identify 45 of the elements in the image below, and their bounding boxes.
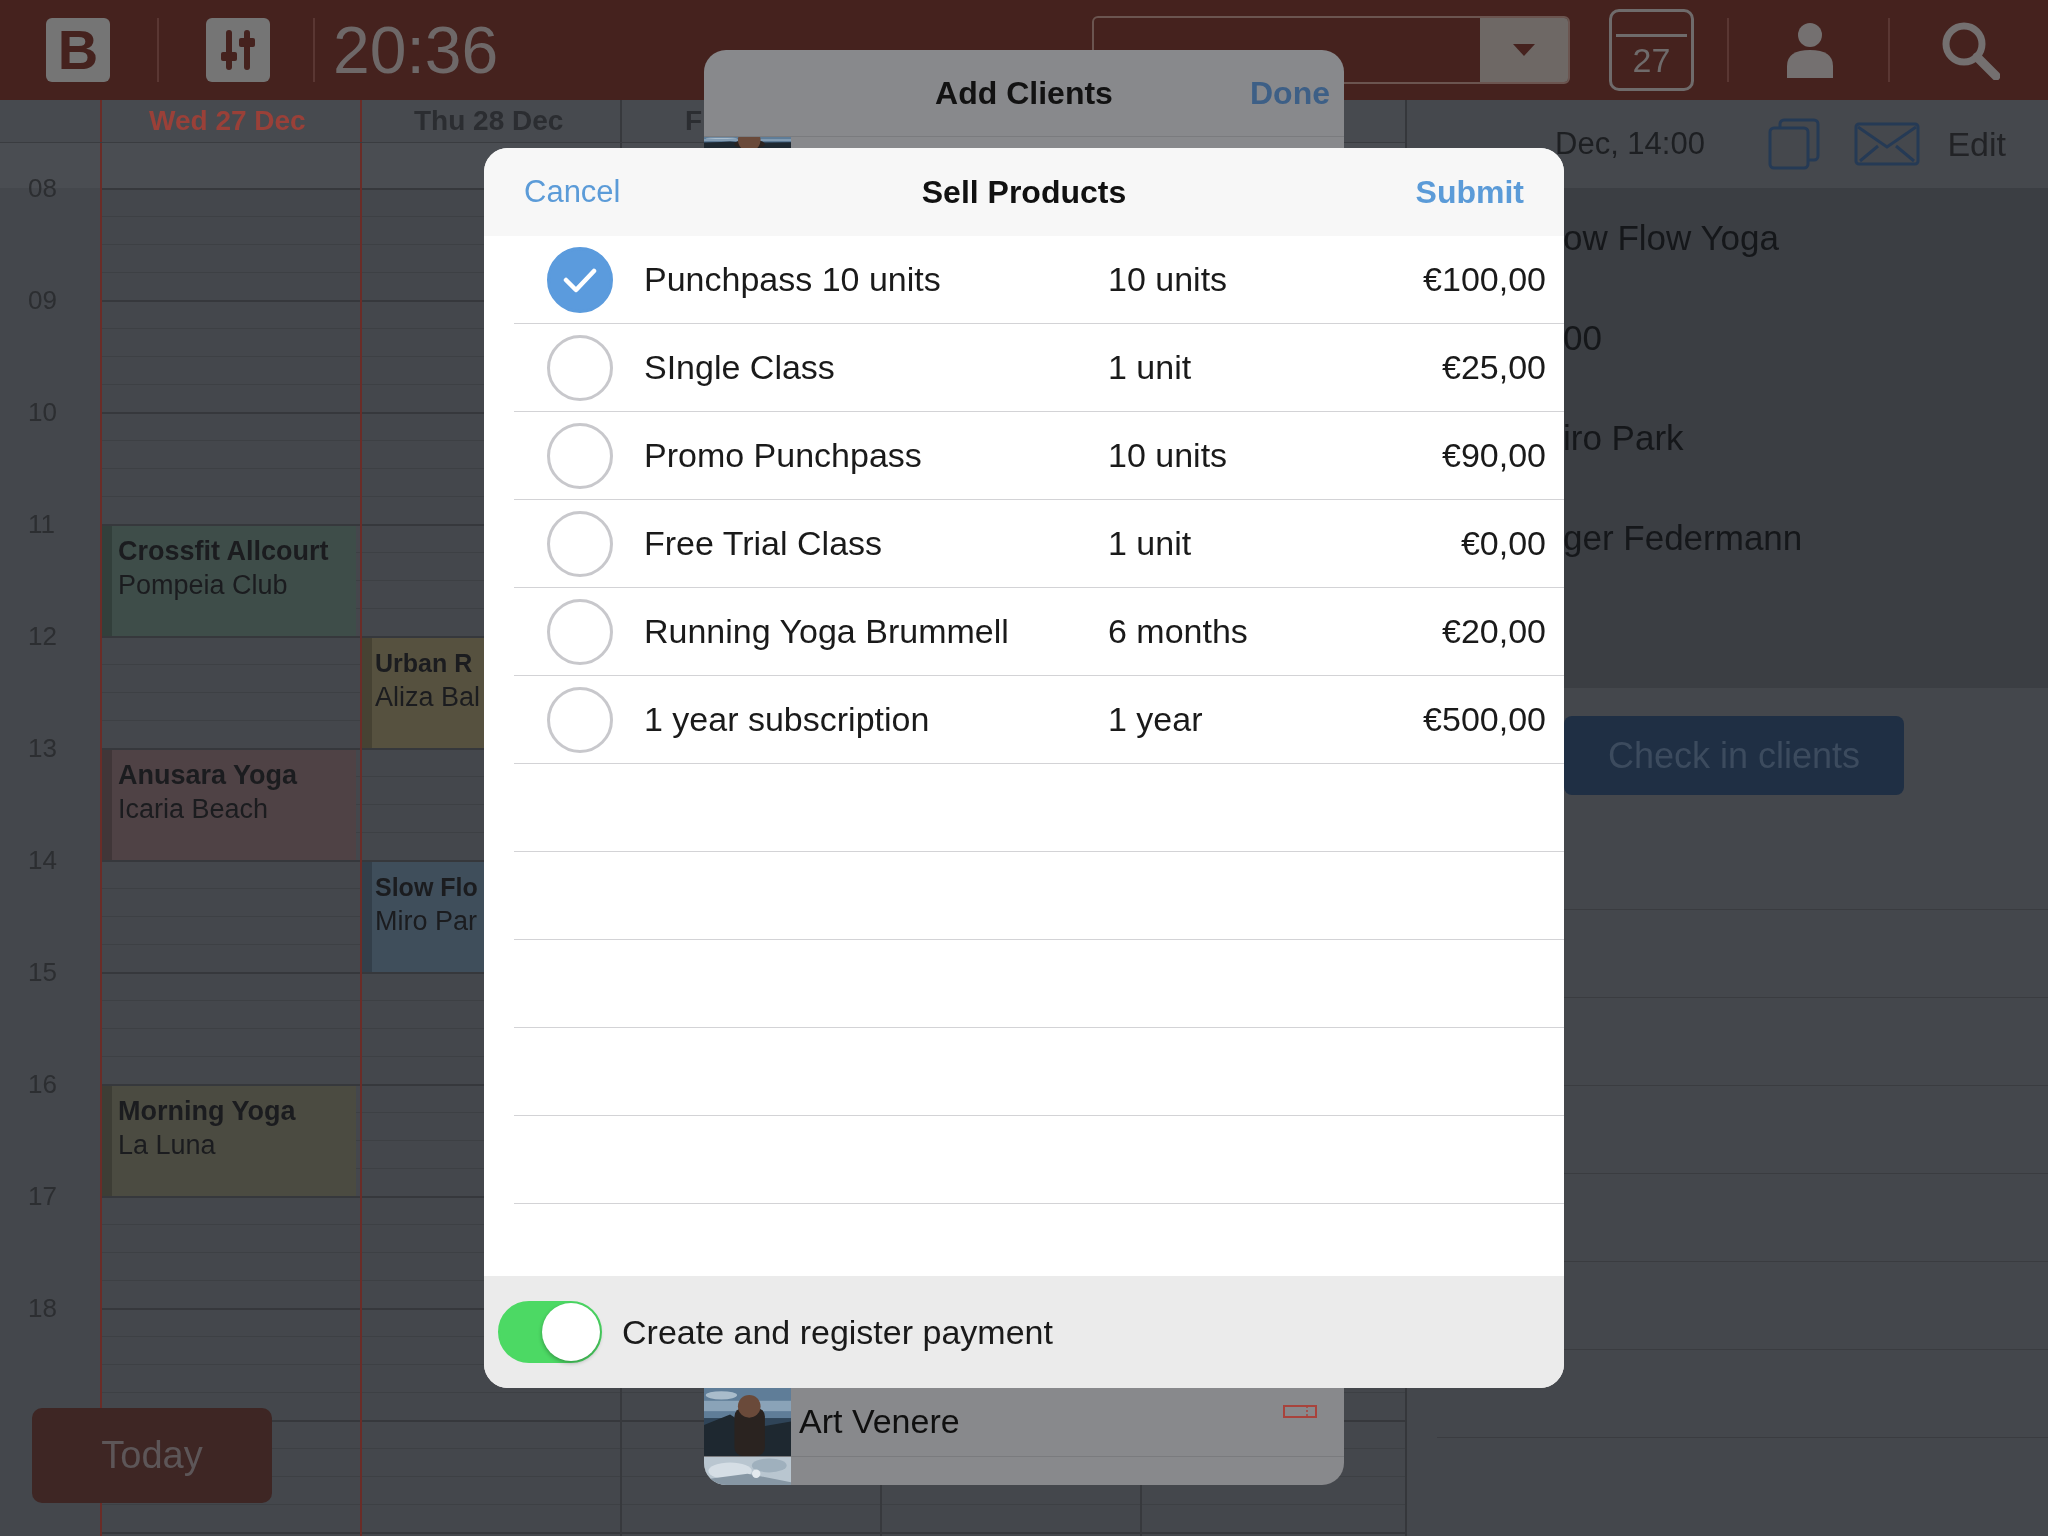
product-amount: 1 year: [1108, 700, 1203, 739]
event-card[interactable]: Slow Flo Miro Par: [362, 862, 484, 972]
product-amount: 10 units: [1108, 436, 1228, 475]
copy-icon[interactable]: [1768, 118, 1821, 170]
product-amount: 6 months: [1108, 612, 1248, 651]
ticket-icon[interactable]: [1283, 1405, 1317, 1418]
checkmark-icon: [563, 266, 597, 293]
sliders-icon: [218, 28, 258, 72]
product-amount: 1 unit: [1108, 348, 1192, 387]
toggle-label: Create and register payment: [622, 1312, 1053, 1352]
event-card[interactable]: Urban R Aliza Bal: [362, 638, 484, 748]
dialog-title: Sell Products: [921, 173, 1127, 211]
event-title: Slow Flo: [375, 872, 479, 903]
product-price: €500,00: [1423, 700, 1546, 739]
product-price: €90,00: [1442, 436, 1546, 475]
product-price: €100,00: [1423, 260, 1546, 299]
client-name: Art Venere: [799, 1402, 960, 1441]
submit-button[interactable]: Submit: [1415, 173, 1524, 211]
done-button[interactable]: Done: [1250, 74, 1330, 112]
search-icon[interactable]: [1940, 20, 2000, 80]
product-name: 1 year subscription: [644, 700, 931, 739]
product-price: €20,00: [1442, 612, 1546, 651]
product-name: Free Trial Class: [644, 524, 884, 563]
event-title: Urban R: [375, 648, 474, 679]
day-header[interactable]: Wed 27 Dec: [149, 100, 306, 142]
product-amount: 1 unit: [1108, 524, 1192, 563]
payment-toggle[interactable]: [498, 1301, 602, 1363]
calendar-button[interactable]: 27: [1609, 9, 1694, 91]
mail-icon[interactable]: [1854, 122, 1921, 166]
sheet-title: Add Clients: [935, 74, 1113, 112]
caret-icon: [1513, 44, 1535, 56]
product-price: €0,00: [1460, 524, 1546, 563]
product-name: SIngle Class: [644, 348, 836, 387]
product-name: Promo Punchpass: [644, 436, 923, 475]
clock-time: 20:36: [333, 17, 499, 83]
product-price: €25,00: [1442, 348, 1546, 387]
person-icon[interactable]: [1787, 22, 1833, 78]
event-location: Miro Par: [375, 905, 478, 938]
logo: B: [46, 18, 110, 82]
product-name: Punchpass 10 units: [644, 260, 942, 299]
product-amount: 10 units: [1108, 260, 1228, 299]
event-location: Aliza Bal: [375, 681, 482, 714]
filter-button[interactable]: [206, 18, 270, 82]
product-name: Running Yoga Brummell: [644, 612, 1010, 651]
cancel-button[interactable]: Cancel: [524, 174, 621, 210]
